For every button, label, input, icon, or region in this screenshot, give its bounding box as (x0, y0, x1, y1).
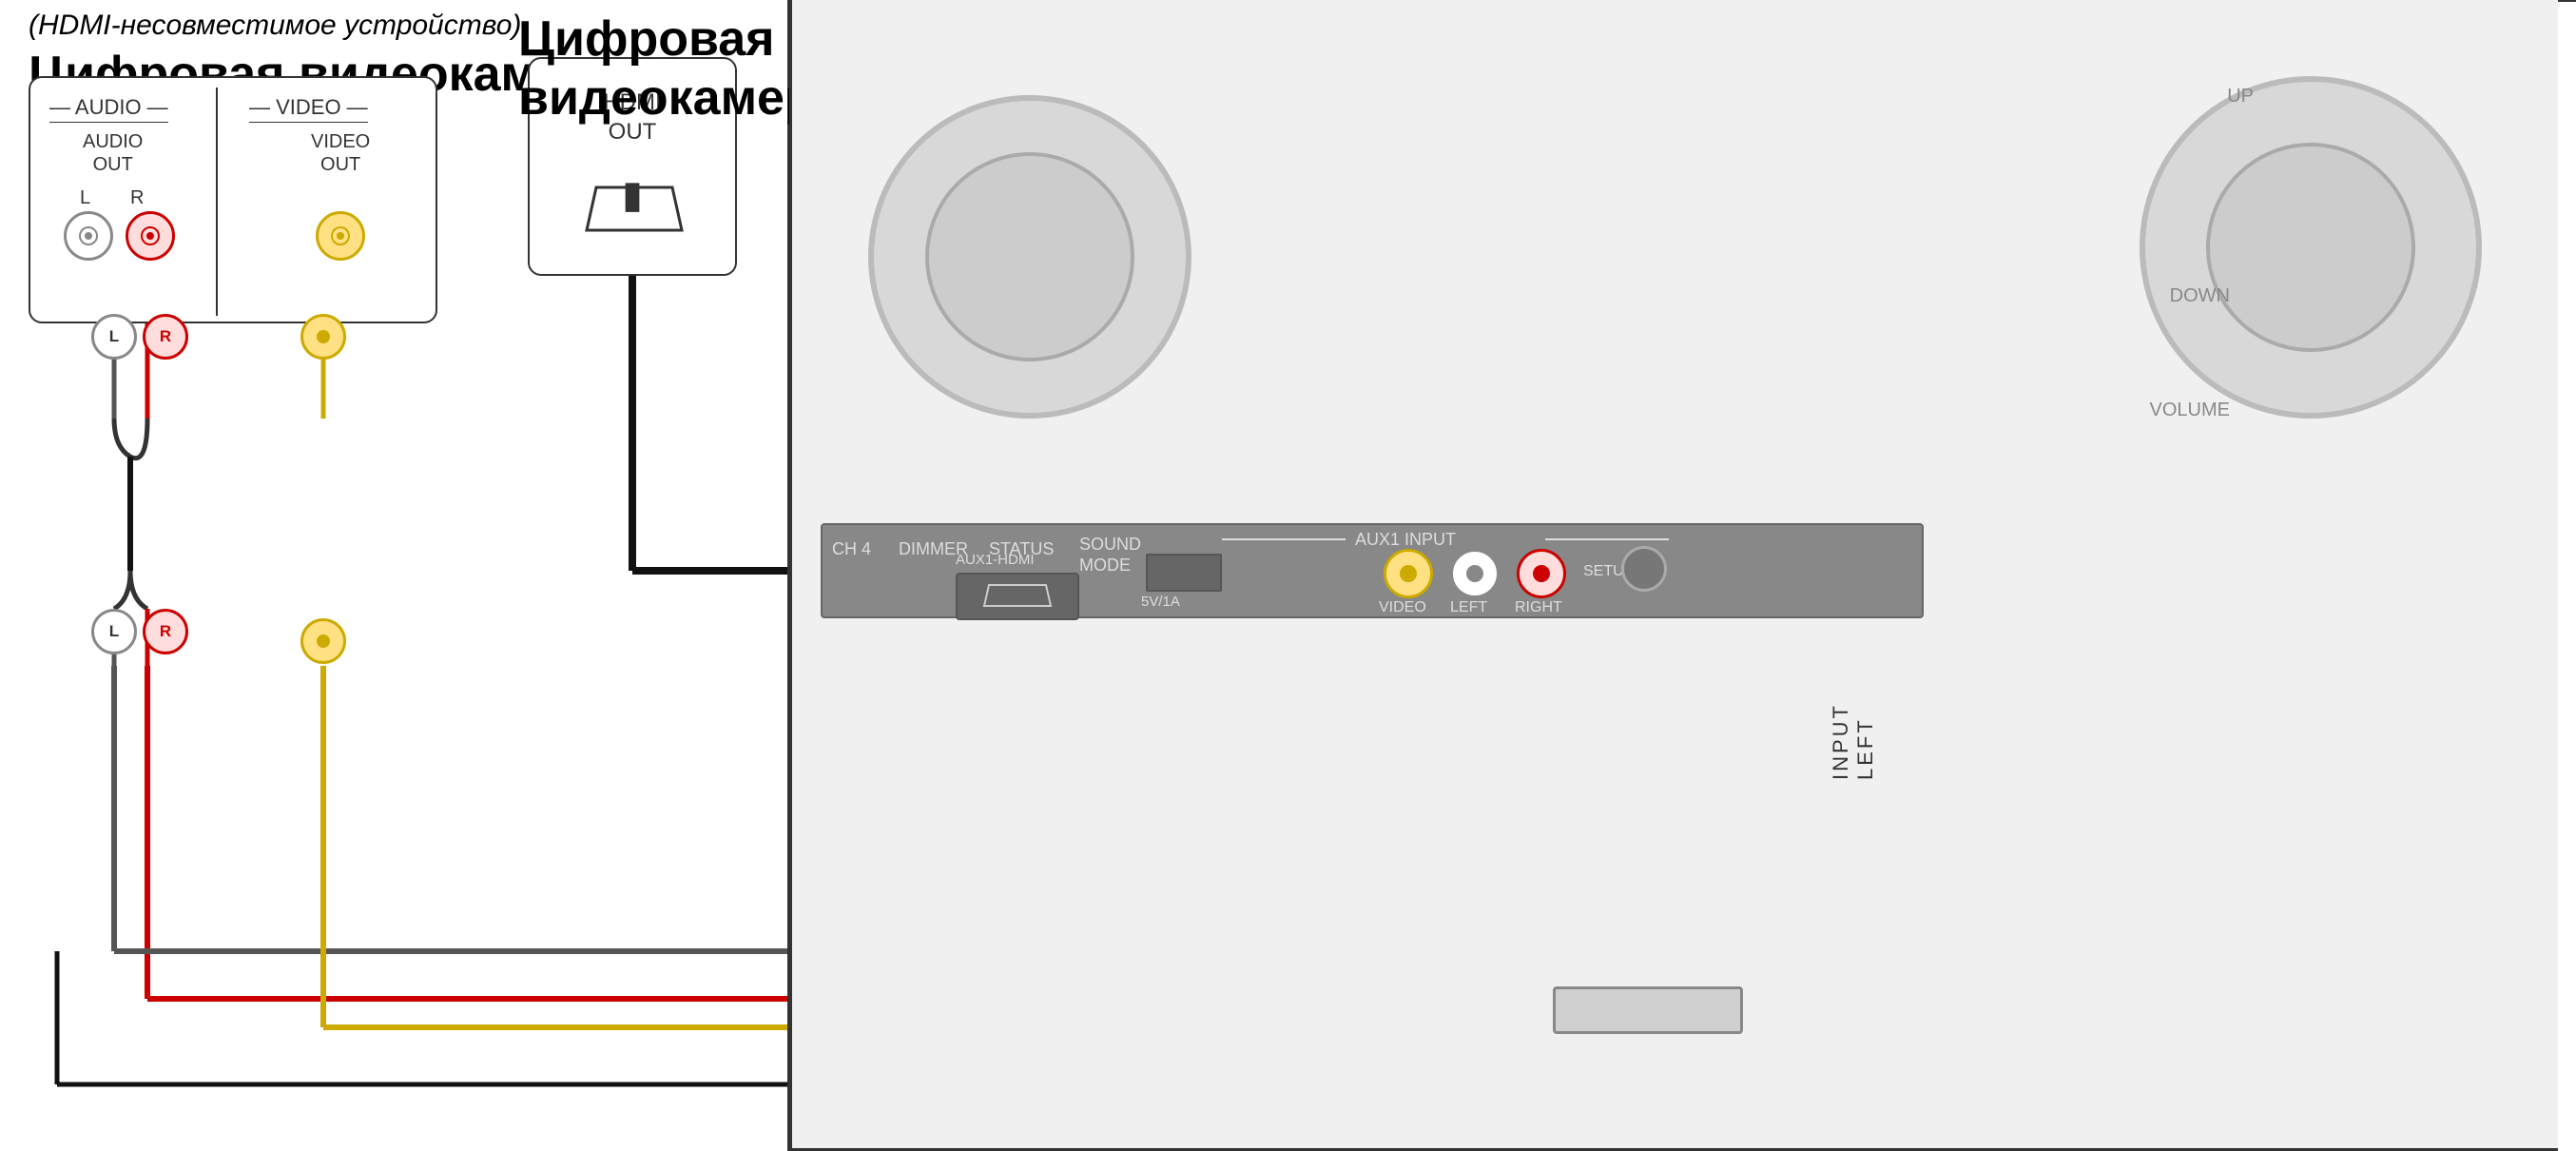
left-speaker-circle-inner (925, 152, 1134, 361)
bottom-port-area (1553, 986, 1743, 1034)
left-label: LEFT (1450, 599, 1487, 616)
right-label: RIGHT (1515, 599, 1562, 616)
aux1-hdmi-port (956, 573, 1079, 620)
hdmi-port-symbol (577, 183, 691, 240)
left-rca-port (1450, 549, 1500, 598)
video-label: VIDEO (1379, 599, 1426, 616)
cable-plug-audio-r-bottom: R (143, 609, 188, 654)
volume-knob-inner (2206, 143, 2415, 352)
video-out-label: VIDEOOUT (311, 130, 370, 176)
video-rca-port (1384, 549, 1433, 598)
down-label: DOWN (2170, 285, 2230, 307)
aux1-hdmi-symbol (979, 582, 1056, 611)
usb-label: 5V/1A (1141, 594, 1180, 610)
receiver-device: UP DOWN VOLUME CH 4 DIMMER STATUS SOUNDM… (789, 0, 2558, 1151)
usb-port (1146, 554, 1222, 592)
r-label: R (130, 187, 144, 209)
up-label: UP (2227, 86, 2254, 107)
diagram-container: (HDMI-несовместимое устройство) Цифровая… (0, 0, 2576, 1151)
cable-plug-audio-l-bottom: L (91, 609, 137, 654)
rca-audio-l (64, 211, 113, 261)
rca-video (316, 211, 365, 261)
analog-camera-device: — AUDIO — AUDIOOUT L R — VIDEO — VIDEOOU… (29, 76, 437, 323)
cable-plug-audio-l-top: L (91, 314, 137, 360)
input-left-label: INPUT LEFT (1829, 647, 1878, 780)
rca-audio-r (126, 211, 175, 261)
aux1-line-left (1222, 538, 1346, 540)
ch4-label: CH 4 (832, 539, 871, 559)
aux1-input-label: AUX1 INPUT (1355, 530, 1456, 550)
video-section-label: — VIDEO — (249, 95, 368, 123)
aux1-line-right (1545, 538, 1669, 540)
analog-device-subtitle: (HDMI-несовместимое устройство) (29, 10, 521, 42)
right-rca-port (1517, 549, 1566, 598)
cable-plug-audio-r-top: R (143, 314, 188, 360)
cable-plug-video-bottom (300, 618, 346, 664)
port-panel: CH 4 DIMMER STATUS SOUNDMODE AUX1 INPUT … (821, 523, 1924, 618)
mic-port (1621, 546, 1667, 592)
cable-plug-video-top (300, 314, 346, 360)
sound-mode-label: SOUNDMODE (1079, 535, 1141, 576)
l-label: L (80, 187, 90, 209)
audio-video-divider (216, 88, 218, 316)
audio-out-label: AUDIOOUT (83, 130, 143, 176)
aux1-hdmi-label: AUX1-HDMI (956, 552, 1035, 568)
audio-section-label: — AUDIO — (49, 95, 168, 123)
volume-label: VOLUME (2150, 400, 2230, 421)
